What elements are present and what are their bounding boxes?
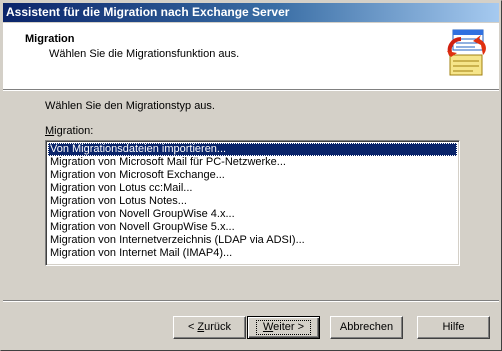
wizard-header: Migration Wählen Sie die Migrationsfunkt… (3, 23, 499, 89)
next-button[interactable]: Weiter > (247, 316, 320, 339)
list-item[interactable]: Migration von Novell GroupWise 4.x... (48, 208, 457, 221)
list-item[interactable]: Von Migrationsdateien importieren... (48, 143, 457, 156)
title-bar[interactable]: Assistent für die Migration nach Exchang… (3, 3, 499, 22)
page-title: Migration (25, 33, 75, 45)
footer-separator (3, 300, 499, 302)
next-button-text: eiter > (273, 321, 305, 333)
migration-label-text: igration: (54, 125, 94, 137)
list-item[interactable]: Migration von Lotus Notes... (48, 195, 457, 208)
back-button[interactable]: < Zurück (173, 316, 246, 339)
migration-list-label: Migration: (45, 125, 93, 137)
migration-listbox[interactable]: Von Migrationsdateien importieren... Mig… (45, 140, 460, 266)
list-item[interactable]: Migration von Internetverzeichnis (LDAP … (48, 234, 457, 247)
window-title: Assistent für die Migration nach Exchang… (6, 5, 290, 19)
list-item[interactable]: Migration von Microsoft Mail für PC-Netz… (48, 156, 457, 169)
list-item[interactable]: Migration von Novell GroupWise 5.x... (48, 221, 457, 234)
header-separator (3, 89, 499, 91)
migration-type-prompt: Wählen Sie den Migrationstyp aus. (45, 100, 215, 112)
migration-label-accelerator: M (45, 125, 55, 137)
back-button-text: urück (204, 321, 232, 333)
back-button-prefix: < (187, 321, 198, 333)
migration-wizard-icon (447, 29, 486, 76)
list-item[interactable]: Migration von Lotus cc:Mail... (48, 182, 457, 195)
wizard-window: Assistent für die Migration nach Exchang… (0, 0, 502, 351)
next-button-accelerator: W (262, 321, 274, 333)
cancel-button[interactable]: Abbrechen (330, 316, 403, 339)
help-button[interactable]: Hilfe (417, 316, 490, 339)
list-item[interactable]: Migration von Microsoft Exchange... (48, 169, 457, 182)
list-item[interactable]: Migration von Internet Mail (IMAP4)... (48, 247, 457, 260)
next-button-focus: Weiter > (255, 320, 312, 335)
page-subtitle: Wählen Sie die Migrationsfunktion aus. (49, 48, 240, 60)
